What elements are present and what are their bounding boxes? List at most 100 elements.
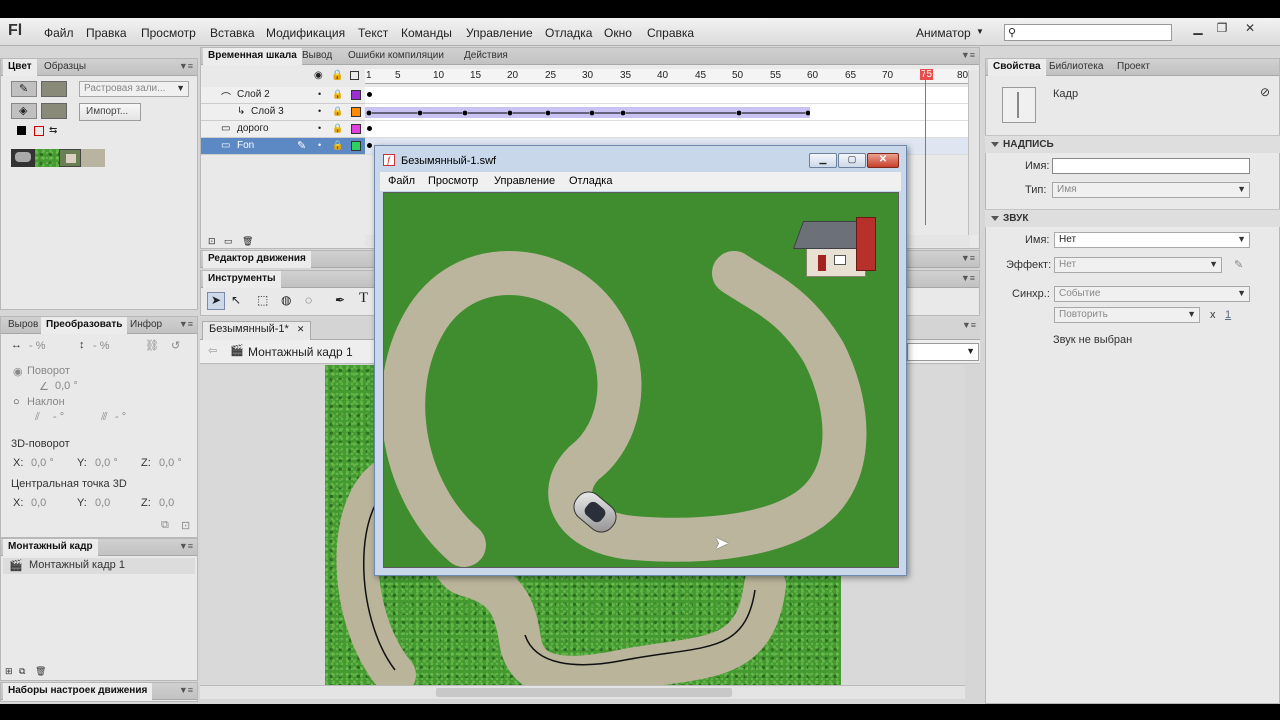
visibility-dot-icon[interactable]: • xyxy=(318,140,321,150)
panel-menu-icon[interactable]: ▼≡ xyxy=(179,685,193,695)
skew-radio[interactable]: ○ xyxy=(13,396,20,408)
panel-menu-icon[interactable]: ▼≡ xyxy=(179,319,193,329)
back-arrow-icon[interactable]: ⇦ xyxy=(208,344,217,357)
skew-x-value[interactable]: - ° xyxy=(53,411,64,423)
minimize-icon[interactable]: ▁ xyxy=(1188,21,1208,37)
panel-menu-icon[interactable]: ▼≡ xyxy=(179,541,193,551)
repeat-select[interactable]: Повторить ▼ xyxy=(1054,307,1200,323)
maximize-icon[interactable]: ▢ xyxy=(838,153,866,168)
fill-color-swatch[interactable] xyxy=(41,103,67,119)
menu-control[interactable]: Управление xyxy=(466,26,533,40)
frames-sloy2[interactable] xyxy=(365,87,970,104)
outline-icon[interactable] xyxy=(350,71,359,80)
menu-help[interactable]: Справка xyxy=(647,26,694,40)
panel-menu-icon[interactable]: ▼≡ xyxy=(179,61,193,71)
tab-compiler-errors[interactable]: Ошибки компиляции xyxy=(343,48,449,65)
bitmap-thumb-car[interactable] xyxy=(11,149,35,167)
sync-select[interactable]: Событие ▼ xyxy=(1054,286,1250,302)
pencil-icon[interactable]: ✎ xyxy=(11,81,37,97)
lasso-tool-icon[interactable]: ◌ xyxy=(305,293,312,307)
lock-icon[interactable]: 🔒 xyxy=(332,140,343,151)
text-tool-icon[interactable]: T xyxy=(359,290,368,307)
menu-window[interactable]: Окно xyxy=(604,26,632,40)
menu-view[interactable]: Просмотр xyxy=(141,26,196,40)
constrain-icon[interactable]: ⛓ xyxy=(145,339,159,352)
edit-envelope-icon[interactable]: ✎ xyxy=(1234,258,1243,271)
motion-editor-tab[interactable]: Редактор движения xyxy=(203,251,311,268)
bitmap-thumb-grass[interactable] xyxy=(35,149,59,167)
paint-bucket-icon[interactable]: ◈ xyxy=(11,103,37,119)
frames-sloy3[interactable] xyxy=(365,104,810,121)
new-layer-icon[interactable]: ⊡ xyxy=(208,236,216,247)
playhead-label[interactable]: 75 xyxy=(920,69,934,80)
timeline-vscroll[interactable] xyxy=(968,70,979,235)
section-sound-header[interactable]: ЗВУК xyxy=(985,209,1280,227)
lock-icon[interactable]: 🔒 xyxy=(332,123,343,134)
center-y-value[interactable]: 0,0 xyxy=(95,497,110,509)
lock-icon[interactable]: 🔒 xyxy=(331,70,343,81)
panel-menu-icon[interactable]: ▼≡ xyxy=(961,253,975,263)
workspace-switcher[interactable]: Аниматор xyxy=(916,26,971,40)
rot-x-value[interactable]: 0,0 ° xyxy=(31,457,54,469)
visibility-dot-icon[interactable]: • xyxy=(318,89,321,99)
frames-sloy3-empty[interactable] xyxy=(810,104,970,121)
help-icon[interactable]: ⊘ xyxy=(1260,85,1270,99)
eye-icon[interactable]: ◉ xyxy=(314,70,323,81)
swap-colors-icon[interactable]: ⇆ xyxy=(49,125,57,136)
fill-type-select[interactable]: Растровая зали... ▼ xyxy=(79,81,189,97)
swf-menu-view[interactable]: Просмотр xyxy=(428,175,478,187)
new-folder-icon[interactable]: ▭ xyxy=(224,236,233,247)
panel-menu-icon[interactable]: ▼≡ xyxy=(961,273,975,283)
label-type-select[interactable]: Имя ▼ xyxy=(1052,182,1250,198)
center-z-value[interactable]: 0,0 xyxy=(159,497,174,509)
scroll-thumb[interactable] xyxy=(436,688,732,697)
menu-modify[interactable]: Модификация xyxy=(266,26,345,40)
free-transform-tool-icon[interactable]: ⬚ xyxy=(257,293,268,307)
rot-y-value[interactable]: 0,0 ° xyxy=(95,457,118,469)
layer-row-fon[interactable]: ▭ Fon ✎ • 🔒 xyxy=(201,138,365,155)
tab-properties[interactable]: Свойства xyxy=(988,59,1046,76)
subselection-tool-icon[interactable]: ↖ xyxy=(231,293,241,307)
menu-commands[interactable]: Команды xyxy=(401,26,452,40)
width-scale-value[interactable]: - % xyxy=(29,340,46,352)
chevron-down-icon[interactable]: ▼ xyxy=(976,27,984,36)
menu-edit[interactable]: Правка xyxy=(86,26,127,40)
frames-road[interactable] xyxy=(365,121,970,138)
selection-tool-icon[interactable]: ➤ xyxy=(207,292,225,310)
close-icon[interactable]: ✕ xyxy=(1240,21,1260,37)
swf-menu-file[interactable]: Файл xyxy=(388,175,415,187)
pen-tool-icon[interactable]: ✒ xyxy=(335,293,345,307)
3d-rotation-tool-icon[interactable]: ◍ xyxy=(281,293,291,307)
restore-icon[interactable]: ❐ xyxy=(1212,21,1232,37)
bitmap-thumb-road[interactable] xyxy=(81,149,105,167)
current-scene-label[interactable]: Монтажный кадр 1 xyxy=(248,345,353,359)
playhead-line[interactable] xyxy=(925,69,926,225)
import-button[interactable]: Импорт... xyxy=(79,103,141,121)
pencil-icon[interactable]: ✎ xyxy=(297,139,306,152)
tab-align[interactable]: Выров xyxy=(3,317,43,334)
tab-swatches[interactable]: Образцы xyxy=(39,59,91,76)
center-x-value[interactable]: 0,0 xyxy=(31,497,46,509)
menu-insert[interactable]: Вставка xyxy=(210,26,255,40)
panel-menu-icon[interactable]: ▼≡ xyxy=(961,50,975,60)
document-tab[interactable]: Безымянный-1* ✕ xyxy=(202,321,312,340)
lock-icon[interactable]: 🔒 xyxy=(332,106,343,117)
skew-y-value[interactable]: - ° xyxy=(115,411,126,423)
effect-select[interactable]: Нет ▼ xyxy=(1054,257,1222,273)
visibility-dot-icon[interactable]: • xyxy=(318,123,321,133)
scene-list-item[interactable]: 🎬 Монтажный кадр 1 xyxy=(3,558,195,574)
menu-text[interactable]: Текст xyxy=(358,26,388,40)
tab-library[interactable]: Библиотека xyxy=(1044,59,1108,76)
frame-name-input[interactable] xyxy=(1052,158,1250,174)
zoom-select[interactable]: ▼ xyxy=(907,343,979,361)
section-label-header[interactable]: НАДПИСЬ xyxy=(985,135,1280,153)
swf-menu-control[interactable]: Управление xyxy=(494,175,555,187)
no-color-icon[interactable] xyxy=(34,126,44,136)
swf-canvas[interactable]: ➤ xyxy=(383,192,899,568)
lock-icon[interactable]: 🔒 xyxy=(332,89,343,100)
menu-file[interactable]: Файл xyxy=(44,26,74,40)
black-white-icon[interactable] xyxy=(17,126,26,135)
tab-timeline[interactable]: Временная шкала xyxy=(203,48,302,65)
visibility-dot-icon[interactable]: • xyxy=(318,106,321,116)
layer-row-sloy2[interactable]: ⌒ Слой 2 • 🔒 xyxy=(201,87,365,104)
